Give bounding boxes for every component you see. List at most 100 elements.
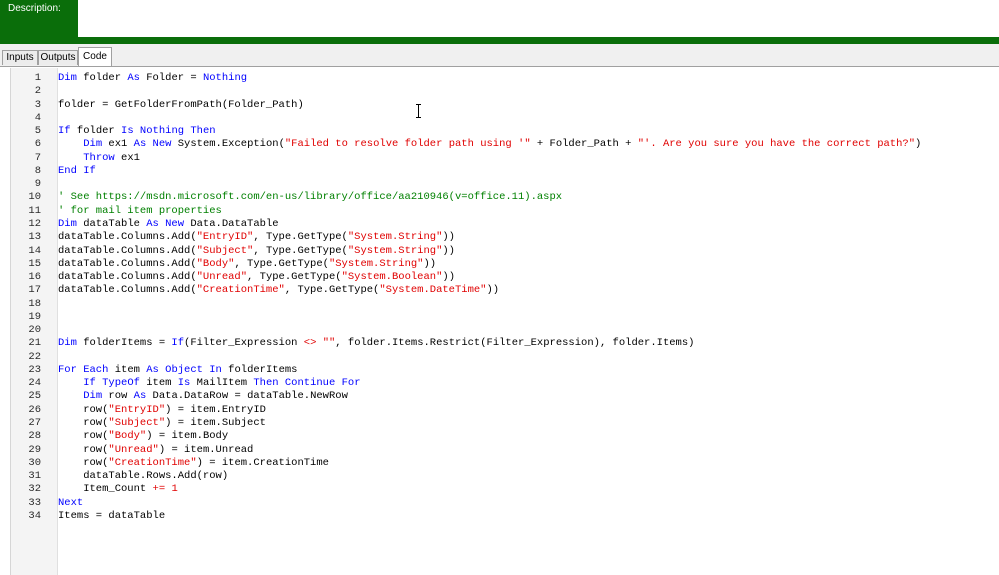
description-field[interactable]	[78, 0, 999, 37]
text-ibeam-icon	[416, 104, 422, 118]
tab-outputs[interactable]: Outputs	[38, 50, 78, 65]
tab-code[interactable]: Code	[78, 47, 112, 66]
code-line[interactable]: 28 row("Body") = item.Body	[11, 430, 999, 443]
line-number: 9	[34, 178, 41, 191]
string-token: "EntryID"	[108, 403, 166, 416]
code-text: dataTable.Columns.Add("EntryID", Type.Ge…	[58, 231, 455, 244]
code-line[interactable]: 32 Item_Count += 1	[11, 483, 999, 496]
line-number: 12	[28, 217, 41, 230]
code-text: row("CreationTime") = item.CreationTime	[58, 457, 329, 470]
code-line[interactable]: 3 folder = GetFolderFromPath(Folder_Path)	[11, 99, 999, 112]
code-line[interactable]: 16 dataTable.Columns.Add("Unread", Type.G…	[11, 271, 999, 284]
code-line[interactable]: 14 dataTable.Columns.Add("Subject", Type.…	[11, 245, 999, 258]
code-line[interactable]: 15 dataTable.Columns.Add("Body", Type.Get…	[11, 258, 999, 271]
string-token: "EntryID"	[196, 231, 254, 244]
keyword-token: Throw	[83, 151, 115, 164]
line-number: 34	[28, 509, 41, 522]
code-token: ))	[486, 284, 500, 297]
code-text: Throw ex1	[58, 152, 140, 165]
code-token: ) = item.EntryID	[165, 403, 266, 416]
code-line[interactable]: 8 End If	[11, 165, 999, 178]
code-text: Item_Count += 1	[58, 483, 178, 496]
code-line[interactable]: 29 row("Unread") = item.Unread	[11, 444, 999, 457]
code-token: Item_Count	[58, 483, 153, 496]
line-number: 10	[28, 191, 41, 204]
code-text: row("EntryID") = item.EntryID	[58, 404, 266, 417]
code-token: Data.DataTable	[184, 217, 279, 230]
code-token: , Type.GetType(	[234, 257, 329, 270]
code-line[interactable]: 19	[11, 311, 999, 324]
code-line[interactable]: 7 Throw ex1	[11, 152, 999, 165]
keyword-token: If TypeOf	[83, 377, 140, 390]
code-line[interactable]: 24 If TypeOf item Is MailItem Then Conti…	[11, 377, 999, 390]
code-line[interactable]: 31 dataTable.Rows.Add(row)	[11, 470, 999, 483]
line-number: 19	[28, 310, 41, 323]
code-line[interactable]: 4	[11, 112, 999, 125]
code-line[interactable]: 17 dataTable.Columns.Add("CreationTime", …	[11, 284, 999, 297]
string-token: "CreationTime"	[108, 456, 197, 469]
string-token: "System.String"	[347, 244, 443, 257]
code-line[interactable]: 34 Items = dataTable	[11, 510, 999, 523]
code-token: row	[102, 390, 134, 403]
code-line[interactable]: 11 ' for mail item properties	[11, 205, 999, 218]
keyword-token: Is Nothing Then	[121, 125, 216, 138]
code-line[interactable]: 30 row("CreationTime") = item.CreationTi…	[11, 457, 999, 470]
line-number: 17	[28, 284, 41, 297]
code-text: If TypeOf item Is MailItem Then Continue…	[58, 377, 360, 390]
code-line[interactable]: 26 row("EntryID") = item.EntryID	[11, 404, 999, 417]
code-line[interactable]: 33 Next	[11, 497, 999, 510]
keyword-token: As	[133, 390, 147, 403]
tab-inputs[interactable]: Inputs	[2, 50, 38, 65]
code-text: If folder Is Nothing Then	[58, 125, 216, 138]
code-token: row(	[58, 403, 109, 416]
code-token: row(	[58, 430, 109, 443]
code-token: ) = item.CreationTime	[196, 456, 329, 469]
keyword-token: If	[171, 337, 185, 350]
string-token: "System.Boolean"	[341, 271, 443, 284]
code-token: row(	[58, 417, 109, 430]
line-number: 2	[34, 85, 41, 98]
code-line[interactable]: 1 Dim folder As Folder = Nothing	[11, 72, 999, 85]
code-token: <>	[303, 337, 317, 350]
code-text: Dim row As Data.DataRow = dataTable.NewR…	[58, 390, 348, 403]
code-token: dataTable.Columns.Add(	[58, 271, 197, 284]
code-line[interactable]: 21 Dim folderItems = If(Filter_Expression…	[11, 337, 999, 350]
line-number: 14	[28, 244, 41, 257]
line-number: 23	[28, 363, 41, 376]
code-line[interactable]: 5 If folder Is Nothing Then	[11, 125, 999, 138]
code-line[interactable]: 12 Dim dataTable As New Data.DataTable	[11, 218, 999, 231]
code-text: dataTable.Columns.Add("CreationTime", Ty…	[58, 284, 499, 297]
code-line[interactable]: 10 ' See https://msdn.microsoft.com/en-us…	[11, 191, 999, 204]
code-token: ex1	[102, 138, 134, 151]
code-line[interactable]: 6 Dim ex1 As New System.Exception("Faile…	[11, 138, 999, 151]
code-text: dataTable.Columns.Add("Unread", Type.Get…	[58, 271, 455, 284]
code-line[interactable]: 13 dataTable.Columns.Add("EntryID", Type.…	[11, 231, 999, 244]
code-token: item	[108, 363, 147, 376]
keyword-token: As New	[133, 138, 172, 151]
code-token: row(	[58, 456, 109, 469]
line-number: 8	[34, 164, 41, 177]
code-text: End If	[58, 165, 96, 178]
code-token: + Folder_Path +	[530, 138, 638, 151]
line-number: 20	[28, 324, 41, 337]
string-token: "Failed to resolve folder path using '"	[284, 138, 531, 151]
code-line[interactable]: 2	[11, 85, 999, 98]
string-token: "System.String"	[347, 231, 443, 244]
line-number: 32	[28, 483, 41, 496]
code-token: dataTable	[76, 217, 147, 230]
code-token: folderItems =	[76, 337, 172, 350]
code-text: dataTable.Columns.Add("Subject", Type.Ge…	[58, 245, 455, 258]
code-line[interactable]: 23 For Each item As Object In folderItems	[11, 364, 999, 377]
code-line[interactable]: 20	[11, 324, 999, 337]
line-number: 4	[34, 111, 41, 124]
code-line[interactable]: 27 row("Subject") = item.Subject	[11, 417, 999, 430]
code-line[interactable]: 9	[11, 178, 999, 191]
code-line[interactable]: 22	[11, 351, 999, 364]
code-text: row("Body") = item.Body	[58, 430, 228, 443]
line-number: 30	[28, 456, 41, 469]
code-line[interactable]: 25 Dim row As Data.DataRow = dataTable.N…	[11, 390, 999, 403]
code-token: (Filter_Expression	[184, 337, 304, 350]
code-line[interactable]: 18	[11, 298, 999, 311]
